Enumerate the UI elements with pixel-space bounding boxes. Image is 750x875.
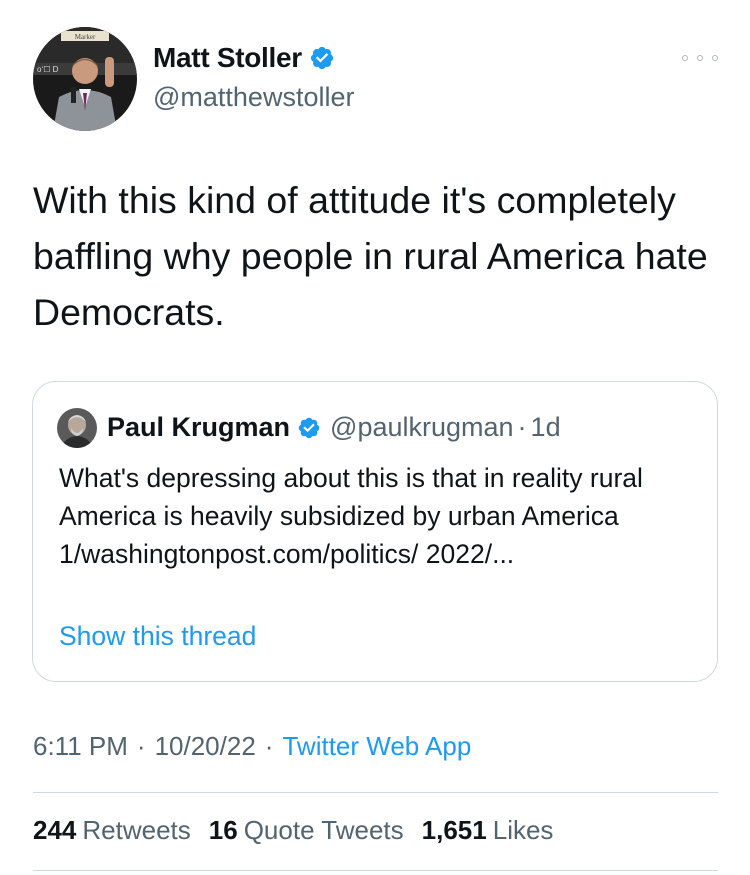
more-options-icon[interactable]	[682, 48, 718, 68]
quote-tweets-stat[interactable]: 16 Quote Tweets	[209, 815, 404, 846]
tweet-meta: 6:11 PM · 10/20/22 · Twitter Web App	[33, 731, 471, 762]
likes-stat[interactable]: 1,651 Likes	[422, 815, 554, 846]
quoted-tweet-card[interactable]: Paul Krugman @paulkrugman · 1d What's de…	[32, 381, 718, 682]
likes-label: Likes	[492, 815, 554, 845]
avatar-sign-text: Marker	[75, 33, 96, 41]
retweets-label: Retweets	[82, 815, 191, 845]
verified-badge-icon	[309, 45, 335, 71]
verified-badge-icon	[297, 416, 321, 440]
meta-separator: ·	[136, 731, 146, 761]
retweets-count: 244	[33, 815, 77, 845]
retweets-stat[interactable]: 244 Retweets	[33, 815, 191, 846]
author-handle[interactable]: @matthewstoller	[153, 82, 354, 113]
tweet-text: With this kind of attitude it's complete…	[33, 179, 708, 333]
svg-text:oʻ☐ D: oʻ☐ D	[37, 65, 59, 74]
tweet-source-app[interactable]: Twitter Web App	[282, 731, 471, 762]
quote-tweets-label: Quote Tweets	[243, 815, 404, 845]
quoted-author-handle[interactable]: @paulkrugman	[330, 412, 514, 443]
author-name[interactable]: Matt Stoller	[153, 42, 302, 74]
author-avatar[interactable]: Marker oʻ☐ D	[33, 27, 137, 131]
divider	[33, 870, 718, 871]
quoted-separator: ·	[517, 412, 527, 442]
quoted-timestamp[interactable]: 1d	[531, 412, 561, 443]
show-thread-link[interactable]: Show this thread	[59, 621, 256, 652]
quoted-author-avatar[interactable]	[57, 408, 97, 448]
author-name-row[interactable]: Matt Stoller	[153, 42, 335, 74]
engagement-stats: 244 Retweets 16 Quote Tweets 1,651 Likes	[33, 815, 571, 846]
quote-tweets-count: 16	[208, 815, 238, 845]
divider	[33, 792, 718, 793]
meta-separator: ·	[264, 731, 274, 761]
likes-count: 1,651	[421, 815, 487, 845]
quoted-author-name[interactable]: Paul Krugman	[107, 412, 290, 443]
tweet-time[interactable]: 6:11 PM	[33, 731, 128, 762]
tweet-date[interactable]: 10/20/22	[155, 731, 256, 762]
quoted-tweet-text: What's depressing about this is that in …	[59, 463, 643, 569]
quoted-header: Paul Krugman @paulkrugman · 1d	[107, 412, 561, 443]
